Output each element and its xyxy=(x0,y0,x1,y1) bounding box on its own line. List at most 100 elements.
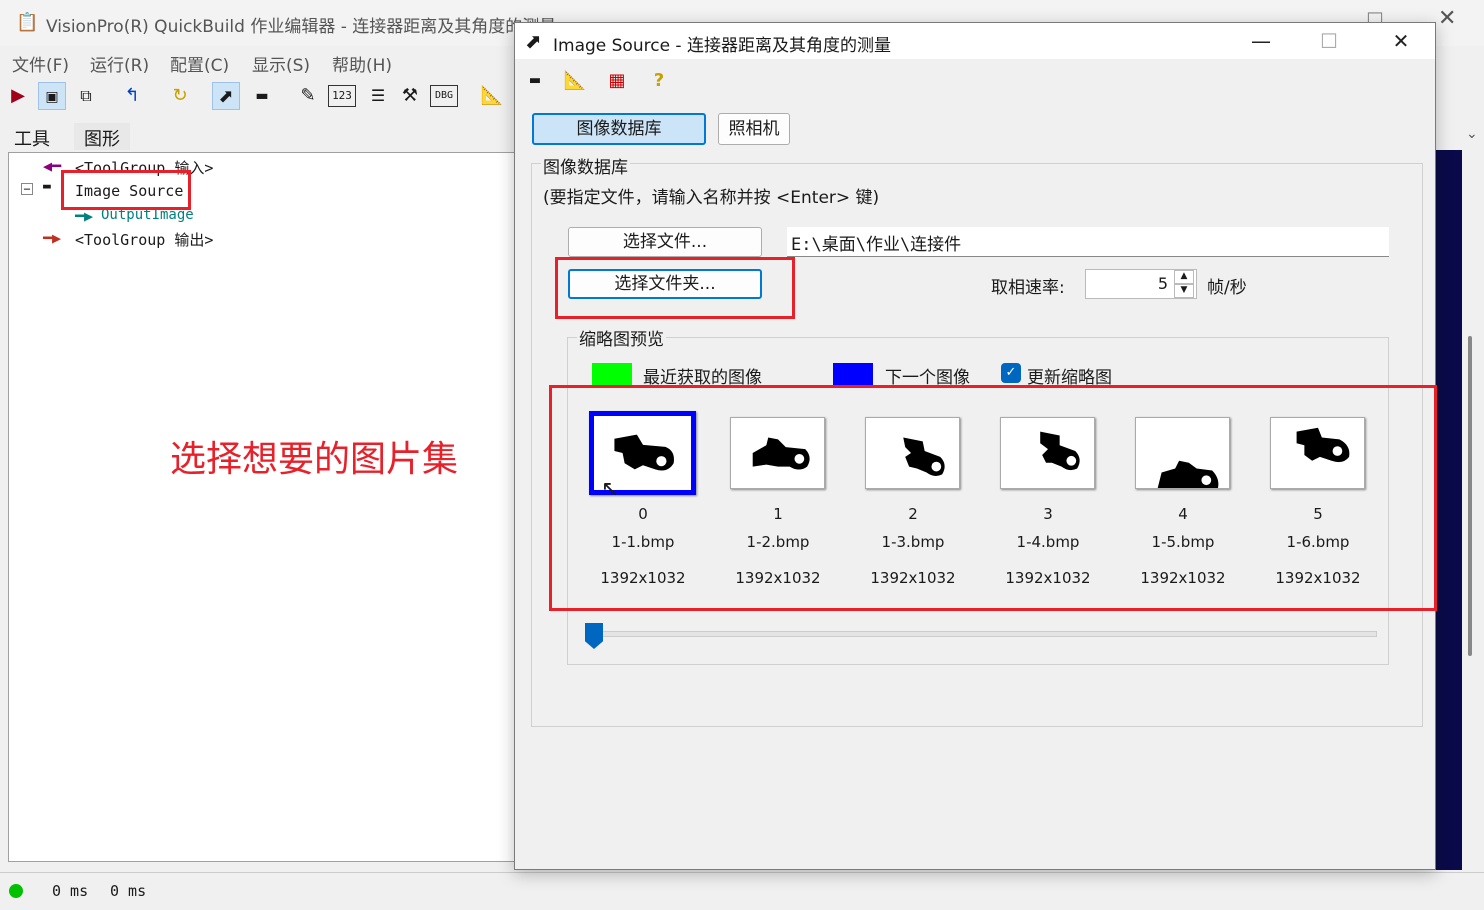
status-bar: 0 ms 0 ms xyxy=(0,872,1484,910)
rate-value[interactable]: 5 xyxy=(1158,274,1168,293)
thumb-index: 2 xyxy=(908,505,918,523)
app-icon: 📋 xyxy=(16,12,39,33)
thumb-index: 0 xyxy=(638,505,648,523)
tab-camera[interactable]: 照相机 xyxy=(718,113,790,145)
thumbnail-item[interactable]: 0 1-1.bmp 1392x1032 xyxy=(583,411,713,617)
ruler-icon[interactable]: 📐 xyxy=(478,82,506,110)
tree-node-output[interactable]: <ToolGroup 输出> xyxy=(75,229,213,250)
thumbnail-image[interactable] xyxy=(865,417,960,489)
image-source-icon: ⬈ xyxy=(525,29,542,53)
collapse-icon[interactable]: − xyxy=(21,183,33,195)
highlight-image-source xyxy=(61,170,191,210)
hint-text: (要指定文件，请输入名称并按 <Enter> 键) xyxy=(543,188,880,208)
minimize-icon[interactable]: — xyxy=(1231,23,1291,59)
thumbnail-item[interactable]: 5 1-6.bmp 1392x1032 xyxy=(1258,417,1388,617)
rate-label: 取相速率: xyxy=(991,278,1065,298)
grid-icon[interactable]: ▦ xyxy=(603,67,631,95)
main-tabs: 工具 图形 xyxy=(0,120,520,150)
thumbnail-strip: 0 1-1.bmp 1392x1032 1 1-2.bmp 1392x1032 … xyxy=(583,411,1393,617)
thumb-file: 1-5.bmp xyxy=(1151,533,1215,551)
recent-color-swatch xyxy=(592,363,632,385)
right-panel-strip: ⌄ xyxy=(1436,120,1484,872)
thumb-dims: 1392x1032 xyxy=(1140,569,1226,587)
thumb-index: 5 xyxy=(1313,505,1323,523)
thumbnail-item[interactable]: 1 1-2.bmp 1392x1032 xyxy=(718,417,848,617)
dialog-toolbar: ▬ 📐 ▦ ? xyxy=(515,63,1435,99)
copy-icon[interactable]: ⧉ xyxy=(72,82,100,110)
menu-help[interactable]: 帮助(H) xyxy=(332,51,392,76)
thumb-index: 1 xyxy=(773,505,783,523)
thumbnail-image[interactable] xyxy=(1270,417,1365,489)
menu-run[interactable]: 运行(R) xyxy=(90,51,149,76)
ruler-icon[interactable]: 📐 xyxy=(561,67,589,95)
dropdown-icon[interactable]: ⌄ xyxy=(1466,126,1484,144)
tab-image-database[interactable]: 图像数据库 xyxy=(532,113,706,145)
select-file-button[interactable]: 选择文件... xyxy=(568,227,762,257)
main-window-title: VisionPro(R) QuickBuild 作业编辑器 - 连接器距离及其角… xyxy=(46,17,557,37)
rate-unit: 帧/秒 xyxy=(1207,278,1247,298)
next-color-swatch xyxy=(833,363,873,385)
main-toolbar: ▶ ▣ ⧉ ↰ ↻ ⬈ ▬ ✎ 123 ☰ ⚒ DBG 📐 xyxy=(0,78,520,116)
dialog-title: Image Source - 连接器距离及其角度的测量 xyxy=(553,36,891,56)
thumb-index: 4 xyxy=(1178,505,1188,523)
thumb-file: 1-3.bmp xyxy=(881,533,945,551)
close-icon[interactable]: ✕ xyxy=(1438,6,1456,31)
notes-icon[interactable]: ✎ xyxy=(294,82,322,110)
highlight-select-folder xyxy=(555,257,795,319)
status-ok-icon xyxy=(9,884,23,898)
camera-node-icon: ▬ xyxy=(43,179,51,194)
thumb-group-title: 缩略图预览 xyxy=(577,325,666,350)
thumbnail-slider-track[interactable] xyxy=(585,631,1377,637)
dialog-titlebar: ⬈ Image Source - 连接器距离及其角度的测量 — ☐ ✕ xyxy=(515,23,1435,59)
camera-icon[interactable]: ▬ xyxy=(248,82,276,110)
display-icon[interactable]: ▣ xyxy=(38,82,66,110)
help-icon[interactable]: ? xyxy=(645,67,673,95)
thumb-dims: 1392x1032 xyxy=(870,569,956,587)
image-source-icon[interactable]: ⬈ xyxy=(212,82,240,110)
spin-down-icon[interactable]: ▼ xyxy=(1174,284,1194,298)
group-output-arrow-icon: ━▶ xyxy=(43,229,62,247)
thumb-file: 1-1.bmp xyxy=(611,533,675,551)
input-arrow-icon: ◀━ xyxy=(43,157,62,175)
camera-icon[interactable]: ▬ xyxy=(521,67,549,95)
annotation-text: 选择想要的图片集 xyxy=(170,439,459,480)
thumb-index: 3 xyxy=(1043,505,1053,523)
run-icon[interactable]: ▶ xyxy=(4,82,32,110)
menu-bar: 文件(F) 运行(R) 配置(C) 显示(S) 帮助(H) xyxy=(0,46,520,76)
thumb-file: 1-2.bmp xyxy=(746,533,810,551)
thumbnail-image[interactable] xyxy=(1135,417,1230,489)
menu-config[interactable]: 配置(C) xyxy=(170,51,229,76)
file-path-input[interactable]: E:\桌面\作业\连接件 xyxy=(787,227,1389,257)
numbers-icon[interactable]: 123 xyxy=(328,85,356,107)
thumbnail-item[interactable]: 3 1-4.bmp 1392x1032 xyxy=(988,417,1118,617)
scrollbar-thumb[interactable] xyxy=(1468,336,1472,656)
reset-icon[interactable]: ↰ xyxy=(118,82,146,110)
menu-view[interactable]: 显示(S) xyxy=(252,51,310,76)
status-time-1: 0 ms xyxy=(52,882,89,900)
thumbnail-image[interactable] xyxy=(730,417,825,489)
tab-tools[interactable]: 工具 xyxy=(4,123,60,150)
tab-graphics[interactable]: 图形 xyxy=(74,123,130,150)
loop-icon[interactable]: ↻ xyxy=(166,82,194,110)
maximize-icon[interactable]: ☐ xyxy=(1299,23,1359,59)
thumb-dims: 1392x1032 xyxy=(1275,569,1361,587)
close-icon[interactable]: ✕ xyxy=(1371,23,1431,59)
status-time-2: 0 ms xyxy=(110,882,147,900)
thumb-dims: 1392x1032 xyxy=(600,569,686,587)
image-source-dialog: ⬈ Image Source - 连接器距离及其角度的测量 — ☐ ✕ ▬ 📐 … xyxy=(514,22,1437,870)
list-icon[interactable]: ☰ xyxy=(364,82,392,110)
thumbnail-image[interactable] xyxy=(1000,417,1095,489)
thumb-file: 1-4.bmp xyxy=(1016,533,1080,551)
update-thumbs-checkbox[interactable]: ✓ xyxy=(1001,363,1021,383)
thumb-dims: 1392x1032 xyxy=(735,569,821,587)
menu-file[interactable]: 文件(F) xyxy=(12,51,69,76)
dark-panel xyxy=(1436,150,1462,870)
thumbnail-item[interactable]: 2 1-3.bmp 1392x1032 xyxy=(853,417,983,617)
tool-tree: ◀━ <ToolGroup 输入> − ▬ Image Source ━▶ Ou… xyxy=(8,152,518,862)
debug-icon[interactable]: DBG xyxy=(430,85,458,107)
mouse-cursor-icon: ↖ xyxy=(601,477,620,502)
spin-up-icon[interactable]: ▲ xyxy=(1174,270,1194,284)
thumbnail-item[interactable]: 4 1-5.bmp 1392x1032 xyxy=(1123,417,1253,617)
rate-spinner[interactable]: 5 ▲ ▼ xyxy=(1085,269,1197,299)
tools-icon[interactable]: ⚒ xyxy=(396,82,424,110)
